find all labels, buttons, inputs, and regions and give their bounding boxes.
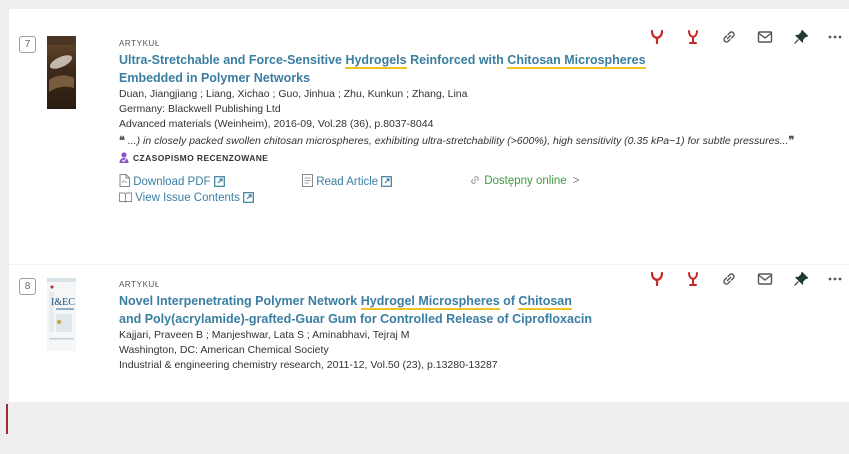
peer-reviewed-icon [119,152,129,163]
title-segment: Embedded in Polymer Networks [119,71,311,85]
pdf-icon [119,174,130,187]
title-highlight: Chitosan Microspheres [507,53,646,69]
title-segment: of [499,294,519,308]
quote-close-icon: ❞ [788,135,795,147]
result-actions [649,271,844,291]
result-content: ARTYKUŁ Novel Interpenetrating Polymer N… [119,279,799,373]
more-icon[interactable] [827,271,843,287]
book-icon [119,192,132,203]
email-icon[interactable] [757,271,773,287]
result-authors: Duan, Jiangjiang ; Liang, Xichao ; Guo, … [119,88,468,100]
citation-trail-icon[interactable] [649,29,665,45]
available-online-link[interactable]: Dostępny online > [469,174,579,187]
external-link-icon [243,192,254,203]
read-article-link[interactable]: Read Article [302,174,393,188]
permalink-icon[interactable] [721,29,737,45]
result-source: Industrial & engineering chemistry resea… [119,359,498,371]
peer-reviewed-label: CZASOPISMO RECENZOWANE [133,153,269,163]
email-icon[interactable] [757,29,773,45]
title-segment: Reinforced with [406,53,508,67]
title-segment: Novel Interpenetrating Polymer Network [119,294,361,308]
cover-thumbnail[interactable] [47,36,76,109]
cited-by-icon[interactable] [685,29,701,45]
chevron-right-icon: > [572,175,580,187]
result-publisher: Washington, DC: American Chemical Societ… [119,344,329,356]
view-issue-contents-link[interactable]: View Issue Contents [119,192,254,204]
title-highlight: Chitosan [518,294,572,310]
result-title[interactable]: Novel Interpenetrating Polymer Network H… [119,292,799,328]
journal-cover-image [47,36,76,109]
more-icon[interactable] [827,29,843,45]
permalink-icon[interactable] [721,271,737,287]
cited-by-icon[interactable] [685,271,701,287]
issue-links: View Issue Contents [119,192,799,208]
article-icon [302,174,313,187]
available-online-label: Dostępny online [484,175,567,187]
journal-cover-image: I&EC [47,278,76,351]
result-rank: 7 [19,36,36,53]
peer-reviewed-badge: CZASOPISMO RECENZOWANE [119,151,799,165]
download-pdf-label: Download PDF [133,176,211,188]
result-snippet: ❝ ...) in closely packed swollen chitosa… [119,133,799,149]
title-highlight: Hydrogel Microspheres [360,294,500,310]
cover-title: I&EC [51,297,75,308]
citation-trail-icon[interactable] [649,271,665,287]
external-link-icon [213,176,225,187]
title-segment: and Poly(acrylamide)-grafted-Guar Gum fo… [119,312,592,326]
view-issue-contents-label: View Issue Contents [135,192,240,204]
read-article-label: Read Article [316,176,379,188]
snippet-text: ...) in closely packed swollen chitosan … [124,135,789,147]
download-pdf-link[interactable]: Download PDF [119,174,225,188]
access-links: Download PDF Read Article Dostępny onlin… [119,174,799,190]
result-item: 8 I&EC ARTYKUŁ Novel Interpenetrating Po… [9,264,849,402]
link-icon [471,176,479,184]
cover-thumbnail[interactable]: I&EC [47,278,76,351]
external-link-icon [381,176,393,187]
result-title[interactable]: Ultra-Stretchable and Force-Sensitive Hy… [119,51,799,87]
result-authors: Kajjari, Praveen B ; Manjeshwar, Lata S … [119,329,410,341]
result-item: 7 ARTYKUŁ Ultra-Stretchable and Force-Se… [9,9,849,264]
result-source: Advanced materials (Weinheim), 2016-09, … [119,118,434,130]
title-segment: Ultra-Stretchable and Force-Sensitive [119,53,346,67]
result-content: ARTYKUŁ Ultra-Stretchable and Force-Sens… [119,38,799,208]
title-highlight: Hydrogels [345,53,407,69]
pin-icon[interactable] [793,29,809,45]
pin-icon[interactable] [793,271,809,287]
result-publisher: Germany: Blackwell Publishing Ltd [119,103,281,115]
result-actions [649,29,844,49]
focus-marker [6,404,8,434]
result-rank: 8 [19,278,36,295]
